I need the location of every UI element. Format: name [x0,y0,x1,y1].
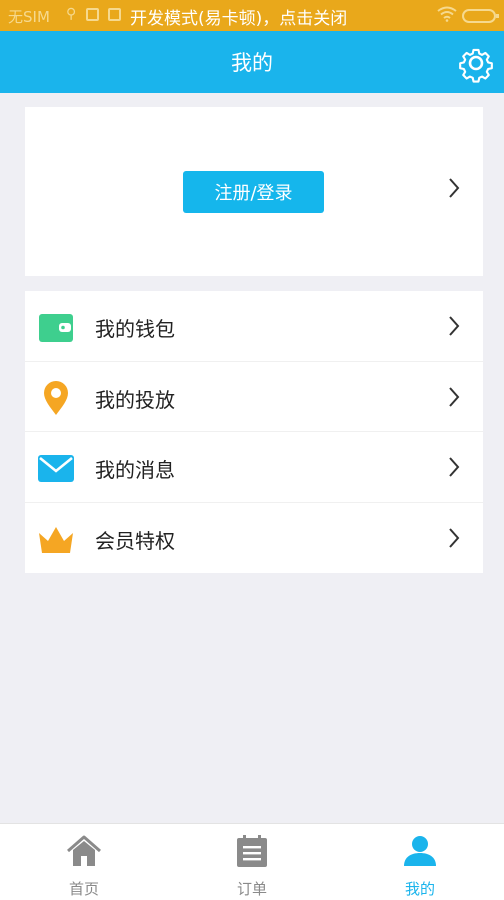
developer-mode-notice[interactable]: 开发模式(易卡顿)，点击关闭 [130,4,347,29]
carrier-text: 无SIM [8,8,50,26]
chevron-right-icon [449,457,460,477]
menu-item-label: 我的投放 [95,387,175,412]
menu-item-label: 我的消息 [95,458,175,482]
user-icon [404,836,436,866]
chevron-right-icon [449,527,460,548]
chevron-right-icon [449,316,460,336]
usb-icon: ⚲ [66,6,77,22]
wallet-icon [39,314,73,342]
menu-item-wallet[interactable]: 我的钱包 [25,291,483,362]
chevron-right-icon [449,386,460,407]
wifi-icon [437,6,457,22]
menu-item-label: 我的钱包 [95,317,175,341]
bottom-tab-bar: 首页 订单 我的 [0,823,504,900]
menu-item-label: 会员特权 [95,528,175,553]
gear-icon[interactable] [456,43,496,83]
location-pin-icon [44,380,68,415]
tab-label: 订单 [236,880,267,898]
home-icon [67,835,101,866]
notification-icon [86,8,99,21]
chevron-right-icon [449,178,460,198]
register-login-button[interactable]: 注册/登录 [183,171,324,213]
tab-orders[interactable]: 订单 [168,824,336,900]
notification-icon [108,8,121,21]
tab-label: 我的 [404,880,435,898]
menu-list: 我的钱包 我的投放 我的消息 会员特权 [25,291,483,573]
clipboard-icon [237,835,267,867]
menu-item-placements[interactable]: 我的投放 [25,362,483,432]
envelope-icon [38,455,74,482]
page-title: 我的 [231,51,273,75]
menu-item-membership[interactable]: 会员特权 [25,503,483,574]
tab-label: 首页 [68,880,99,898]
status-bar: 无SIM ⚲ 开发模式(易卡顿)，点击关闭 [0,0,504,31]
tab-home[interactable]: 首页 [0,824,168,900]
crown-icon [39,526,73,553]
battery-icon [462,9,499,23]
tab-mine[interactable]: 我的 [336,824,504,900]
header-bar: 我的 [0,31,504,93]
menu-item-messages[interactable]: 我的消息 [25,432,483,503]
login-card[interactable]: 注册/登录 [25,107,483,276]
